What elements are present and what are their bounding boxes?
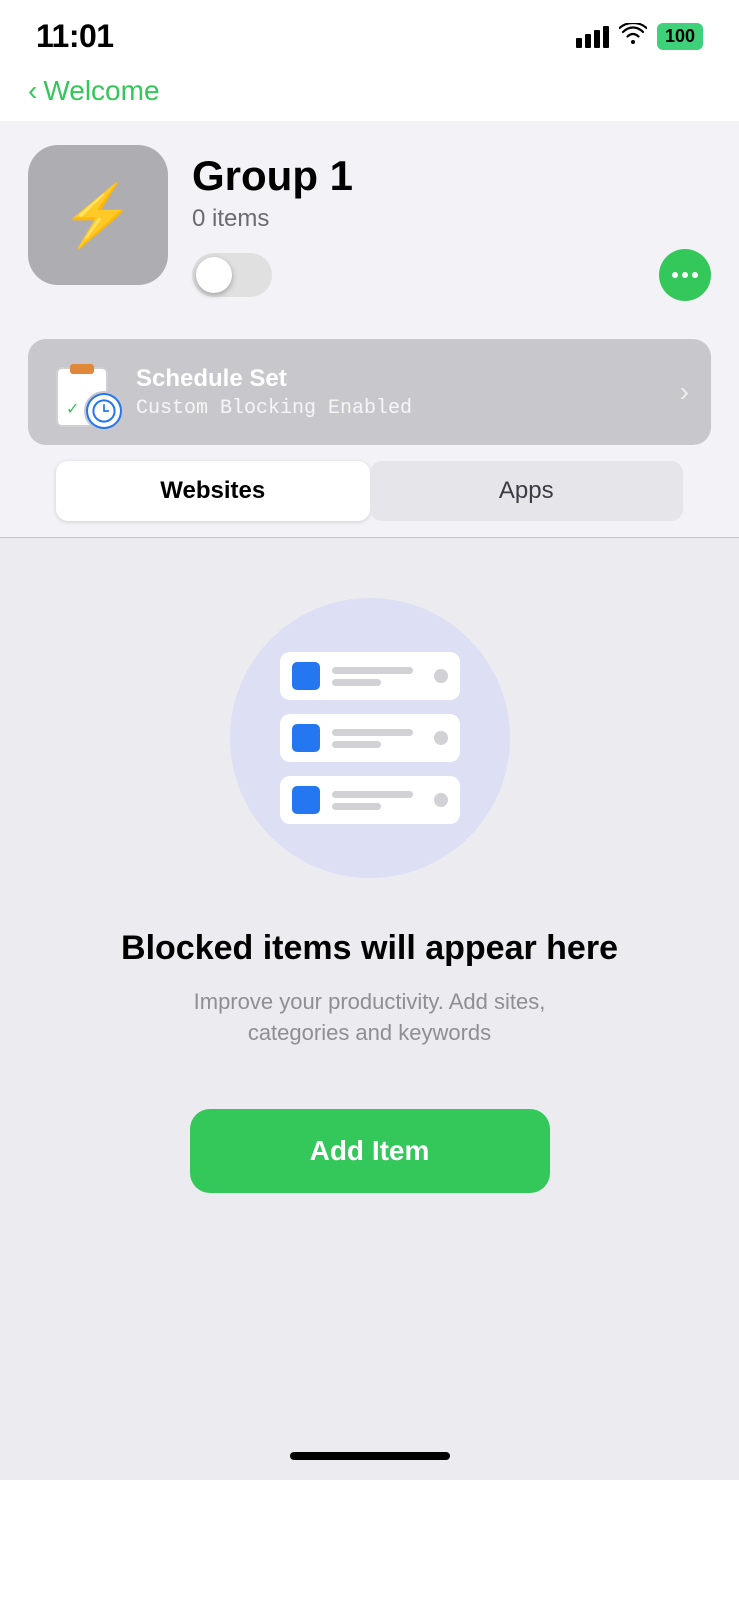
- empty-illustration: [230, 598, 510, 878]
- add-item-button[interactable]: Add Item: [190, 1109, 550, 1193]
- wifi-icon: [619, 23, 647, 51]
- tab-apps[interactable]: Apps: [370, 461, 684, 521]
- toggle-knob: [196, 257, 232, 293]
- schedule-title: Schedule Set: [136, 365, 412, 393]
- empty-state-title: Blocked items will appear here: [121, 928, 618, 969]
- lightning-icon: ⚡: [61, 180, 136, 251]
- more-options-button[interactable]: [659, 249, 711, 301]
- list-row: [280, 652, 460, 700]
- group-icon: ⚡: [28, 145, 168, 285]
- nav-back[interactable]: ‹ Welcome: [0, 65, 739, 121]
- group-name: Group 1: [192, 153, 711, 199]
- group-info-row: ⚡ Group 1 0 items: [28, 145, 711, 321]
- group-items-count: 0 items: [192, 205, 711, 233]
- checkmark-icon: ✓: [66, 399, 79, 419]
- schedule-chevron-icon: ›: [680, 376, 689, 408]
- signal-icon: [576, 26, 609, 48]
- status-bar: 11:01 100: [0, 0, 739, 65]
- header-section: ⚡ Group 1 0 items: [0, 121, 739, 537]
- home-indicator: [0, 1438, 739, 1480]
- schedule-card[interactable]: ✓ Schedule Set Custom Blocki: [28, 339, 711, 445]
- home-bar: [290, 1452, 450, 1460]
- list-mockup: [280, 652, 460, 824]
- controls-row: [192, 249, 711, 321]
- back-label: Welcome: [43, 75, 159, 107]
- schedule-left: ✓ Schedule Set Custom Blocki: [50, 357, 412, 427]
- schedule-subtitle: Custom Blocking Enabled: [136, 397, 412, 420]
- status-time: 11:01: [36, 18, 114, 55]
- list-row: [280, 714, 460, 762]
- list-row: [280, 776, 460, 824]
- enable-toggle[interactable]: [192, 253, 272, 297]
- main-content: Blocked items will appear here Improve y…: [0, 538, 739, 1438]
- empty-state-subtitle: Improve your productivity. Add sites, ca…: [160, 987, 580, 1049]
- back-chevron-icon: ‹: [28, 75, 37, 107]
- schedule-icon: ✓: [50, 357, 120, 427]
- tab-websites[interactable]: Websites: [56, 461, 370, 521]
- battery-indicator: 100: [657, 23, 703, 50]
- tabs-container: Websites Apps: [28, 445, 711, 537]
- schedule-text: Schedule Set Custom Blocking Enabled: [136, 365, 412, 420]
- status-icons: 100: [576, 23, 703, 51]
